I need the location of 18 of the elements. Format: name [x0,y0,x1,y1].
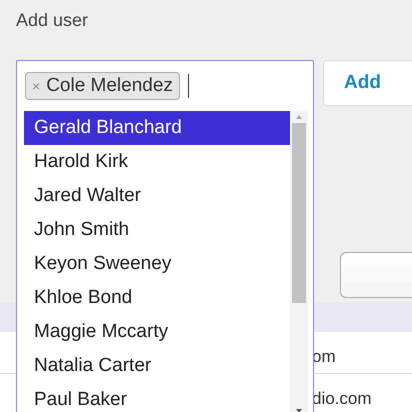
scrollbar[interactable] [290,111,308,412]
user-picker[interactable]: × Cole Melendez Gerald Blanchard Harold Kirk Jared Walter John Smith Keyon Sweeney Khloe Bond Maggie Mccarty Natalia Carter Paul Baker [16,60,314,412]
user-option[interactable]: Gerald Blanchard [24,111,290,145]
section-title: Add user [16,10,88,31]
scroll-thumb[interactable] [292,123,306,303]
user-option[interactable]: Paul Baker [24,383,290,412]
user-option[interactable]: Khloe Bond [24,281,290,315]
user-option[interactable]: Keyon Sweeney [24,247,290,281]
user-option[interactable]: Maggie Mccarty [24,315,290,349]
user-option[interactable]: Natalia Carter [24,349,290,383]
user-option[interactable]: Harold Kirk [24,145,290,179]
text-cursor [188,74,189,98]
table-cell-text: dio.com [312,389,372,410]
add-button[interactable]: Add [323,60,412,106]
input-field[interactable] [340,252,412,298]
user-option[interactable]: John Smith [24,213,290,247]
user-option[interactable]: Jared Walter [24,179,290,213]
tag-label: Cole Melendez [46,75,173,97]
